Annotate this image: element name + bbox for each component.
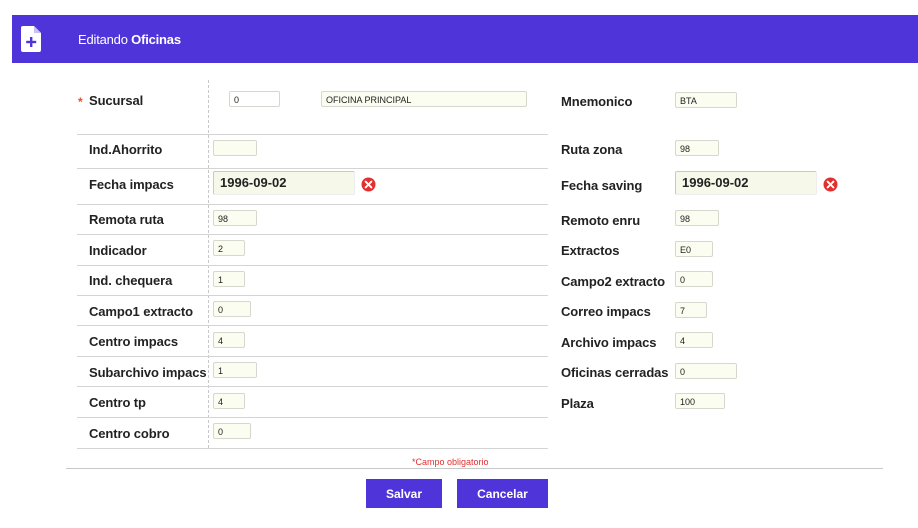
campo1-extracto-input[interactable]: 0 — [213, 301, 251, 317]
extractos-input[interactable]: E0 — [675, 241, 713, 257]
subarchivo-impacs-input[interactable]: 1 — [213, 362, 257, 378]
label-indicador: Indicador — [89, 243, 147, 258]
row-divider — [77, 295, 548, 296]
label-sucursal: Sucursal — [89, 93, 144, 108]
fecha-impacs-input[interactable]: 1996-09-02 — [213, 171, 355, 195]
required-star: * — [78, 95, 83, 109]
remoto-enru-input[interactable]: 98 — [675, 210, 719, 226]
row-divider — [77, 265, 548, 266]
label-campo2-extracto: Campo2 extracto — [561, 274, 665, 289]
page-header: Editando Oficinas — [12, 15, 918, 63]
file-add-icon — [21, 26, 41, 52]
row-divider — [77, 168, 548, 169]
label-ruta-zona: Ruta zona — [561, 142, 623, 157]
label-centro-tp: Centro tp — [89, 395, 146, 410]
clear-fecha-impacs-icon[interactable] — [361, 177, 376, 192]
archivo-impacs-input[interactable]: 4 — [675, 332, 713, 348]
title-prefix: Editando — [78, 32, 128, 47]
label-campo1-extracto: Campo1 extracto — [89, 304, 193, 319]
label-plaza: Plaza — [561, 396, 594, 411]
row-divider — [77, 234, 548, 235]
sucursal-name-input[interactable]: OFICINA PRINCIPAL — [321, 91, 527, 107]
label-subarchivo-impacs: Subarchivo impacs — [89, 365, 207, 380]
save-button[interactable]: Salvar — [366, 479, 442, 508]
row-divider — [77, 417, 548, 418]
ind-chequera-input[interactable]: 1 — [213, 271, 245, 287]
page-title: Editando Oficinas — [78, 32, 181, 47]
column-divider — [208, 80, 209, 448]
label-oficinas-cerradas: Oficinas cerradas — [561, 365, 669, 380]
label-extractos: Extractos — [561, 243, 620, 258]
label-centro-impacs: Centro impacs — [89, 334, 179, 349]
cancel-button[interactable]: Cancelar — [457, 479, 548, 508]
campo2-extracto-input[interactable]: 0 — [675, 271, 713, 287]
fecha-saving-input[interactable]: 1996-09-02 — [675, 171, 817, 195]
oficinas-cerradas-input[interactable]: 0 — [675, 363, 737, 379]
required-field-note: *Campo obligatorio — [412, 457, 489, 467]
row-divider — [77, 204, 548, 205]
label-mnemonico: Mnemonico — [561, 94, 633, 109]
centro-impacs-input[interactable]: 4 — [213, 332, 245, 348]
label-archivo-impacs: Archivo impacs — [561, 335, 657, 350]
label-fecha-saving: Fecha saving — [561, 178, 643, 193]
indicador-input[interactable]: 2 — [213, 240, 245, 256]
correo-impacs-input[interactable]: 7 — [675, 302, 707, 318]
row-divider — [77, 356, 548, 357]
title-entity: Oficinas — [131, 32, 181, 47]
centro-cobro-input[interactable]: 0 — [213, 423, 251, 439]
row-divider — [77, 325, 548, 326]
remota-ruta-input[interactable]: 98 — [213, 210, 257, 226]
label-correo-impacs: Correo impacs — [561, 304, 651, 319]
row-divider — [77, 134, 548, 135]
centro-tp-input[interactable]: 4 — [213, 393, 245, 409]
clear-fecha-saving-icon[interactable] — [823, 177, 838, 192]
label-remota-ruta: Remota ruta — [89, 212, 164, 227]
label-ind-chequera: Ind. chequera — [89, 273, 173, 288]
sucursal-code-input[interactable]: 0 — [229, 91, 280, 107]
plaza-input[interactable]: 100 — [675, 393, 725, 409]
ruta-zona-input[interactable]: 98 — [675, 140, 719, 156]
label-centro-cobro: Centro cobro — [89, 426, 170, 441]
label-remoto-enru: Remoto enru — [561, 213, 641, 228]
mnemonico-input[interactable]: BTA — [675, 92, 737, 108]
ind-ahorrito-input[interactable] — [213, 140, 257, 156]
footer-divider — [66, 468, 883, 469]
label-fecha-impacs: Fecha impacs — [89, 177, 174, 192]
row-divider — [77, 448, 548, 449]
row-divider — [77, 386, 548, 387]
label-ind-ahorrito: Ind.Ahorrito — [89, 142, 163, 157]
